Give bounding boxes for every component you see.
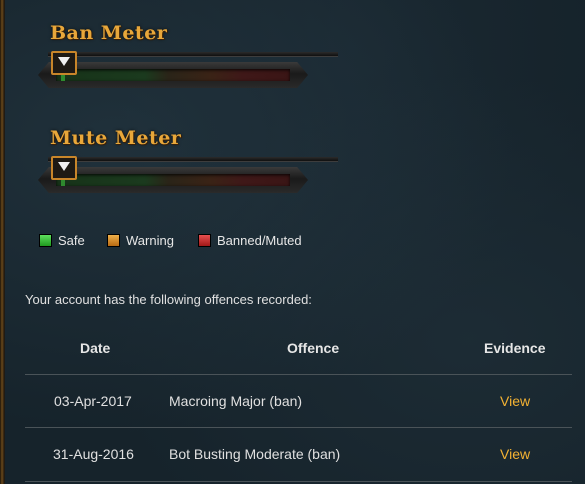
mute-meter-marker-icon [51,156,77,180]
ban-meter-top-line [48,52,338,57]
ban-meter-marker-icon [51,51,77,75]
mute-meter [38,156,338,201]
mute-meter-track [56,174,290,186]
column-header-offence: Offence [287,340,340,356]
column-header-evidence: Evidence [484,340,546,356]
orange-swatch-icon [107,234,120,247]
table-divider [25,374,572,375]
offence-date: 31-Aug-2016 [53,446,134,462]
view-evidence-link[interactable]: View [500,446,530,462]
mute-meter-title: Mute Meter [50,127,182,149]
view-evidence-link[interactable]: View [500,393,530,409]
mute-meter-top-line [48,157,338,162]
offence-date: 03-Apr-2017 [54,393,132,409]
offences-intro-text: Your account has the following offences … [25,292,312,307]
green-swatch-icon [39,234,52,247]
legend-item-warning: Warning [107,233,174,248]
ban-meter [38,51,338,96]
legend-item-safe: Safe [39,233,85,248]
offence-name: Macroing Major (ban) [169,393,303,409]
ban-meter-track [56,69,290,81]
table-divider [25,427,572,428]
legend-label: Banned/Muted [217,233,302,248]
table-divider [25,481,572,482]
ban-meter-title: Ban Meter [50,22,168,44]
legend-item-banned-muted: Banned/Muted [198,233,302,248]
offence-name: Bot Busting Moderate (ban) [169,446,341,462]
left-border [0,0,5,484]
legend-label: Safe [58,233,85,248]
legend-label: Warning [126,233,174,248]
red-swatch-icon [198,234,211,247]
column-header-date: Date [80,340,111,356]
